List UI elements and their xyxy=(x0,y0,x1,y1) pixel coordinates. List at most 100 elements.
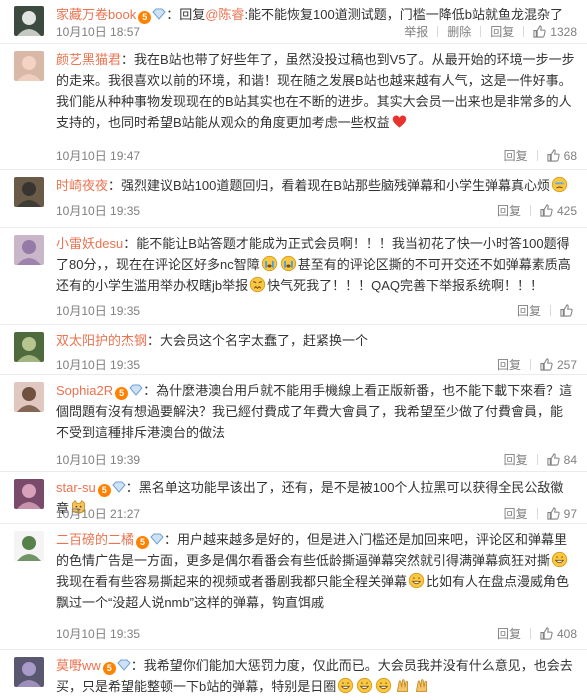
reply-button[interactable]: 回复 xyxy=(517,304,541,318)
comment-meta: 10月10日 21:27 回复 97 xyxy=(56,505,577,523)
reply-button[interactable]: 回复 xyxy=(497,204,521,218)
cry-emoji-icon xyxy=(280,255,297,272)
comment-item: 双太阳护的杰钢：大会员这个名字太蠢了，赶紧换一个 10月10日 19:35 回复 25… xyxy=(0,326,587,375)
comment-item: Sophia2R 5 ：為什麼港澳台用戶就不能用手機線上看正版新番，也不能下載下來看… xyxy=(0,376,587,472)
comment-actions: 回复 97 xyxy=(504,505,577,522)
vip-icon xyxy=(117,656,131,671)
avatar[interactable] xyxy=(14,177,44,207)
like-button[interactable]: 425 xyxy=(540,204,577,218)
username-link[interactable]: 莫嘢ww xyxy=(56,658,101,673)
comment-text: 家藏万卷book 5 ：回复@陈睿:能不能恢复100道测试题，门槛一降低b站就鱼龙混… xyxy=(56,4,575,25)
username-link[interactable]: star-su xyxy=(56,480,96,495)
level-badge: 5 xyxy=(115,387,129,400)
reply-button[interactable]: 回复 xyxy=(504,507,528,521)
like-count: 1328 xyxy=(550,25,577,39)
comment-item: 莫嘢ww 5 ：我希望你们能加大惩罚力度，仅此而已。大会员我并没有什么意见，也会去买… xyxy=(0,651,587,699)
comment-text-segment: :能不能恢复100道测试题，门槛一降低b站就鱼龙混杂了 xyxy=(244,7,563,22)
like-button[interactable] xyxy=(560,304,577,318)
reply-button[interactable]: 回复 xyxy=(504,453,528,467)
comment-actions: 举报 删除 回复 1328 xyxy=(404,23,577,40)
thumbs-up-icon xyxy=(533,25,546,38)
avatar[interactable] xyxy=(14,51,44,81)
avatar[interactable] xyxy=(14,382,44,412)
avatar[interactable] xyxy=(14,6,44,36)
comment-actions: 回复 68 xyxy=(504,147,577,164)
angry-emoji-icon xyxy=(249,276,266,293)
username-link[interactable]: Sophia2R xyxy=(56,383,113,398)
timestamp: 10月10日 21:27 xyxy=(56,507,141,521)
like-button[interactable]: 1328 xyxy=(533,25,577,39)
sweat-emoji-icon xyxy=(551,176,568,193)
avatar[interactable] xyxy=(14,332,44,362)
timestamp: 10月10日 19:35 xyxy=(56,627,141,641)
level-badge: 5 xyxy=(136,536,150,549)
grin-emoji-icon xyxy=(356,677,373,694)
like-button[interactable]: 408 xyxy=(540,627,577,641)
reply-button[interactable]: 回复 xyxy=(490,25,514,39)
comment-text-segment: ：我希望你们能加大惩罚力度，仅此而已。大会员我并没有什么意见，也会去买，只是希望… xyxy=(56,658,573,694)
comment-text-segment: ：强烈建议B站100道题回归，看着现在B站那些脑残弹幕和小学生弹幕真心烦 xyxy=(108,178,551,193)
divider xyxy=(550,305,551,316)
timestamp: 10月10日 19:35 xyxy=(56,204,141,218)
delete-button[interactable]: 删除 xyxy=(447,25,471,39)
like-count: 68 xyxy=(563,149,577,163)
avatar[interactable] xyxy=(14,479,44,509)
comment-meta: 10月10日 19:35 回复 xyxy=(56,302,577,320)
divider xyxy=(536,150,538,161)
divider xyxy=(529,628,531,639)
thumbs-up-icon xyxy=(540,627,553,640)
divider xyxy=(536,508,538,519)
comment-text-segment: ： xyxy=(166,7,180,22)
comment-text: 双太阳护的杰钢：大会员这个名字太蠢了，赶紧换一个 xyxy=(56,330,575,351)
comment-actions: 回复 xyxy=(517,302,577,319)
report-button[interactable]: 举报 xyxy=(404,25,428,39)
thumbs-up-icon xyxy=(540,204,553,217)
username-link[interactable]: 二百磅的二橘 xyxy=(56,532,134,547)
comment-meta: 10月10日 19:35 回复 257 xyxy=(56,356,577,374)
comment-meta: 10月10日 19:47 回复 68 xyxy=(56,147,577,165)
vip-icon xyxy=(129,381,143,396)
divider xyxy=(529,205,531,216)
username-link[interactable]: 双太阳护的杰钢 xyxy=(56,333,147,348)
username-link[interactable]: 家藏万卷book xyxy=(56,7,136,22)
avatar[interactable] xyxy=(14,657,44,687)
comment-meta: 10月10日 19:35 回复 408 xyxy=(56,625,577,643)
like-button[interactable]: 68 xyxy=(547,149,577,163)
comment-text-segment: 回复 xyxy=(179,7,206,22)
comment-meta: 10月10日 18:57 举报 删除 回复 1328 xyxy=(56,23,577,41)
reply-button[interactable]: 回复 xyxy=(497,358,521,372)
comment-meta: 10月10日 19:35 回复 425 xyxy=(56,202,577,220)
avatar[interactable] xyxy=(14,235,44,265)
like-count: 257 xyxy=(556,358,577,372)
username-link[interactable]: 时崎夜夜 xyxy=(56,178,108,193)
divider xyxy=(480,26,482,37)
like-count: 425 xyxy=(556,204,577,218)
username-link[interactable]: 颜艺黑猫君 xyxy=(56,52,121,67)
comment-meta: 10月10日 19:39 回复 84 xyxy=(56,451,577,469)
comment-text: 颜艺黑猫君：我在B站也带了好些年了，虽然没投过稿也到V5了。从最开始的环境一步一… xyxy=(56,49,575,133)
like-button[interactable]: 257 xyxy=(540,358,577,372)
mention-link[interactable]: @陈睿 xyxy=(205,7,244,22)
like-count: 408 xyxy=(556,627,577,641)
vip-icon xyxy=(150,530,164,545)
reply-button[interactable]: 回复 xyxy=(497,627,521,641)
comment-item: 颜艺黑猫君：我在B站也带了好些年了，虽然没投过稿也到V5了。从最开始的环境一步一… xyxy=(0,45,587,170)
like-count: 97 xyxy=(563,507,577,521)
reply-button[interactable]: 回复 xyxy=(504,149,528,163)
like-button[interactable]: 84 xyxy=(547,453,577,467)
comment-item: star-su 5 ：黑名单这功能早该出了，还有，是不是被100个人拉黑可以获得全民… xyxy=(0,473,587,524)
heart-emoji-icon xyxy=(391,113,408,130)
timestamp: 10月10日 19:39 xyxy=(56,453,141,467)
timestamp: 10月10日 19:47 xyxy=(56,149,141,163)
avatar[interactable] xyxy=(14,531,44,561)
username-link[interactable]: 小雷妖desu xyxy=(56,236,123,251)
comment-item: 家藏万卷book 5 ：回复@陈睿:能不能恢复100道测试题，门槛一降低b站就鱼龙混… xyxy=(0,0,587,44)
like-button[interactable]: 97 xyxy=(547,507,577,521)
comment-text: 二百磅的二橘 5 ：用户越来越多是好的，但是进入门槛还是加回来吧，评论区和弹幕里的色… xyxy=(56,529,575,613)
comment-actions: 回复 408 xyxy=(497,625,577,642)
vip-icon xyxy=(152,5,166,20)
comment-text: Sophia2R 5 ：為什麼港澳台用戶就不能用手機線上看正版新番，也不能下載下來看… xyxy=(56,380,575,443)
timestamp: 10月10日 19:35 xyxy=(56,358,141,372)
comment-text-segment: 快气死我了！！！QAQ完善下举报系统啊！！！ xyxy=(267,278,544,293)
comment-text-segment: ：大会员这个名字太蠢了，赶紧换一个 xyxy=(147,333,369,348)
